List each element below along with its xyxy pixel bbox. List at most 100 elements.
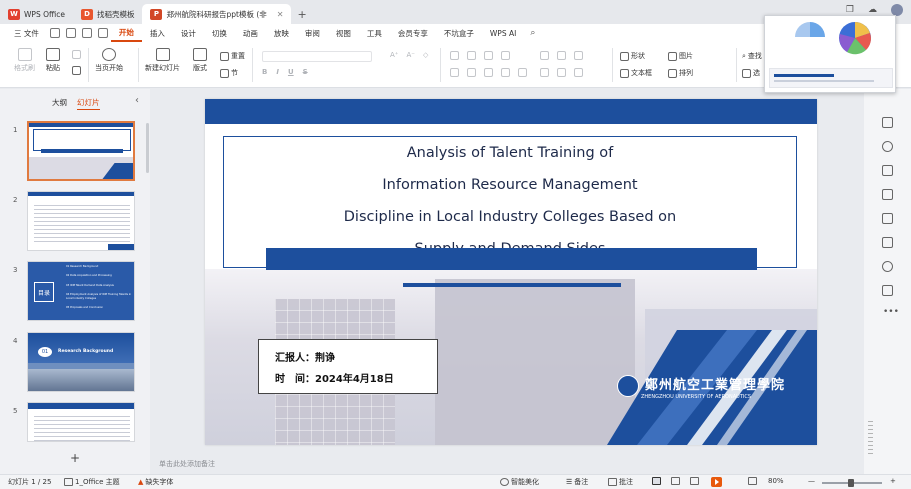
menu-member[interactable]: 会员专享	[390, 24, 436, 42]
zoom-in-icon[interactable]: +	[890, 477, 896, 485]
slide-thumbnail-5[interactable]	[27, 402, 135, 442]
align-left-icon[interactable]	[450, 68, 459, 77]
menu-file[interactable]: 三 文件	[6, 24, 47, 42]
copy-icon[interactable]	[882, 165, 893, 176]
layout-icon[interactable]	[882, 237, 893, 248]
zoom-out-icon[interactable]: —	[808, 477, 815, 485]
panel-scrollbar[interactable]	[146, 123, 149, 173]
indent-increase-icon[interactable]	[501, 51, 510, 60]
chart-icon[interactable]	[882, 189, 893, 200]
paste-button[interactable]: 粘贴	[46, 48, 60, 73]
settings-icon[interactable]	[882, 117, 893, 128]
save-icon[interactable]	[49, 28, 60, 38]
tab-slides[interactable]: 幻灯片	[77, 97, 100, 110]
menu-insert[interactable]: 插入	[142, 24, 173, 42]
fit-window-icon[interactable]	[748, 477, 757, 485]
star-icon[interactable]	[882, 141, 893, 152]
convert-smartart-icon[interactable]	[574, 68, 583, 77]
undo-icon[interactable]	[81, 28, 92, 38]
distribute-icon[interactable]	[518, 68, 527, 77]
menu-tools[interactable]: 工具	[359, 24, 390, 42]
print-icon[interactable]	[65, 28, 76, 38]
menu-review[interactable]: 审阅	[297, 24, 328, 42]
share-icon[interactable]	[882, 285, 893, 296]
font-selector[interactable]	[262, 51, 372, 62]
collapse-panel-icon[interactable]: ‹	[135, 95, 139, 106]
zoom-slider-knob[interactable]	[848, 479, 854, 487]
help-icon[interactable]	[882, 261, 893, 272]
tab-outline[interactable]: 大纲	[52, 97, 67, 110]
font-name-field[interactable]	[262, 51, 372, 62]
theme-indicator[interactable]: 1_Office 主题	[64, 477, 120, 487]
reporter-box[interactable]: 汇报人：荆诤 时 间：2024年4月18日	[258, 339, 438, 394]
notes-button[interactable]: ☰ 备注	[566, 477, 588, 487]
restore-icon[interactable]: ❐	[846, 5, 854, 15]
menu-design[interactable]: 设计	[173, 24, 204, 42]
tab-docer-templates[interactable]: D 找稻壳模板	[73, 4, 143, 24]
cloud-icon[interactable]: ☁	[868, 5, 877, 15]
format-painter-button[interactable]: 格式刷	[14, 48, 35, 73]
underline-icon[interactable]: U	[288, 68, 294, 76]
textbox-button[interactable]: 文本框	[620, 68, 652, 78]
bullet-list-icon[interactable]	[450, 51, 459, 60]
more-icon[interactable]: •••	[883, 307, 899, 317]
slide-thumbnail-4[interactable]: 01 Research Background	[27, 332, 135, 392]
menu-wps-ai[interactable]: WPS AI	[482, 24, 524, 42]
redo-icon[interactable]	[97, 28, 108, 38]
align-center-icon[interactable]	[467, 68, 476, 77]
column-icon[interactable]	[540, 51, 549, 60]
picture-button[interactable]: 图片	[668, 51, 693, 61]
slide-sorter-icon[interactable]	[671, 477, 680, 485]
align-right-icon[interactable]	[484, 68, 493, 77]
tools-icon[interactable]	[882, 213, 893, 224]
comments-button[interactable]: 批注	[608, 477, 633, 487]
add-slide-button[interactable]: +	[70, 451, 80, 465]
menu-bukeng-box[interactable]: 不坑盒子	[436, 24, 482, 42]
justify-icon[interactable]	[501, 68, 510, 77]
slide-thumbnail-2[interactable]	[27, 191, 135, 251]
missing-font-indicator[interactable]: ▲ 缺失字体	[138, 477, 173, 487]
search-icon[interactable]: ⌕	[530, 28, 535, 38]
italic-icon[interactable]: I	[276, 68, 279, 76]
play-slideshow-button[interactable]	[711, 477, 722, 487]
new-tab-button[interactable]: +	[291, 4, 312, 24]
reset-button[interactable]: 重置	[220, 51, 245, 61]
numbered-list-icon[interactable]	[467, 51, 476, 60]
menu-home[interactable]: 开始	[110, 24, 142, 42]
align-middle-icon[interactable]	[557, 68, 566, 77]
zoom-level[interactable]: 80%	[768, 477, 784, 485]
text-direction-icon[interactable]	[574, 51, 583, 60]
notes-placeholder[interactable]: 单击此处添加备注	[159, 459, 215, 469]
section-button[interactable]: 节	[220, 68, 238, 78]
copy-button[interactable]	[72, 66, 81, 75]
close-tab-icon[interactable]: ✕	[277, 10, 284, 19]
line-spacing-icon[interactable]	[557, 51, 566, 60]
indent-decrease-icon[interactable]	[484, 51, 493, 60]
new-slide-button[interactable]: 新建幻灯片	[145, 48, 180, 73]
cut-button[interactable]	[72, 50, 81, 59]
select-button[interactable]: 选	[742, 68, 760, 78]
decrease-font-icon[interactable]: A⁻	[406, 51, 414, 59]
menu-animations[interactable]: 动画	[235, 24, 266, 42]
clear-format-icon[interactable]: ◇	[423, 51, 428, 59]
menu-slideshow[interactable]: 放映	[266, 24, 297, 42]
normal-view-icon[interactable]	[652, 477, 661, 485]
align-top-icon[interactable]	[540, 68, 549, 77]
menu-transitions[interactable]: 切换	[204, 24, 235, 42]
layout-button[interactable]: 版式	[193, 48, 207, 73]
bold-icon[interactable]: B	[262, 68, 267, 76]
tab-wps-office[interactable]: W WPS Office	[0, 4, 73, 24]
increase-font-icon[interactable]: A⁺	[390, 51, 398, 59]
slide-thumbnail-1[interactable]	[27, 121, 135, 181]
resize-handle[interactable]	[868, 420, 873, 454]
tab-current-document[interactable]: P 郑州航院科研报告ppt模板 (非 ✕	[142, 4, 292, 24]
arrange-button[interactable]: 排列	[668, 68, 693, 78]
menu-view[interactable]: 视图	[328, 24, 359, 42]
slide-thumbnail-3[interactable]: 目录 01 Research Background 02 Data Acquis…	[27, 261, 135, 321]
shape-button[interactable]: 形状	[620, 51, 645, 61]
strikethrough-icon[interactable]: S	[303, 68, 308, 76]
smart-beautify-button[interactable]: 智能美化	[500, 477, 539, 487]
find-button[interactable]: ⌕ 查找	[742, 51, 762, 61]
window-preview-popup[interactable]	[764, 15, 896, 93]
start-from-current-button[interactable]: 当页开始	[95, 48, 123, 73]
